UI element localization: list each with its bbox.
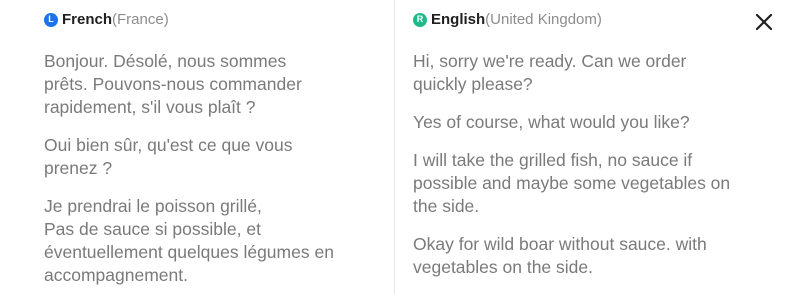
target-language-name: English: [431, 11, 486, 28]
source-message: Bonjour. Désolé, nous sommes prêts. Pouv…: [44, 51, 302, 117]
source-language-header[interactable]: L French (France): [44, 11, 169, 28]
source-language-name: French: [62, 11, 113, 28]
right-speaker-badge-icon: R: [413, 12, 427, 27]
source-messages-list: Bonjour. Désolé, nous sommes prêts. Pouv…: [44, 50, 374, 294]
target-language-region: (United Kingdom): [485, 11, 602, 28]
target-messages-list: Hi, sorry we're ready. Can we order quic…: [413, 50, 785, 294]
target-message: Okay for wild boar without sauce. with v…: [413, 234, 707, 277]
target-language-header[interactable]: R English (United Kingdom): [413, 11, 602, 28]
target-language-panel: R English (United Kingdom) Hi, sorry we'…: [395, 0, 792, 294]
left-speaker-badge-icon: L: [44, 12, 58, 27]
target-message: I will take the grilled fish, no sauce i…: [413, 150, 731, 216]
source-language-panel: L French (France) Bonjour. Désolé, nous …: [0, 0, 394, 294]
close-icon: [755, 13, 773, 31]
source-language-region: (France): [112, 11, 169, 28]
target-message: Hi, sorry we're ready. Can we order quic…: [413, 51, 687, 94]
close-button[interactable]: [752, 10, 776, 34]
source-message: Oui bien sûr, qu'est ce que vous prenez …: [44, 135, 293, 178]
target-message: Yes of course, what would you like?: [413, 112, 690, 132]
source-message: Je prendrai le poisson grillé, Pas de sa…: [44, 196, 334, 285]
